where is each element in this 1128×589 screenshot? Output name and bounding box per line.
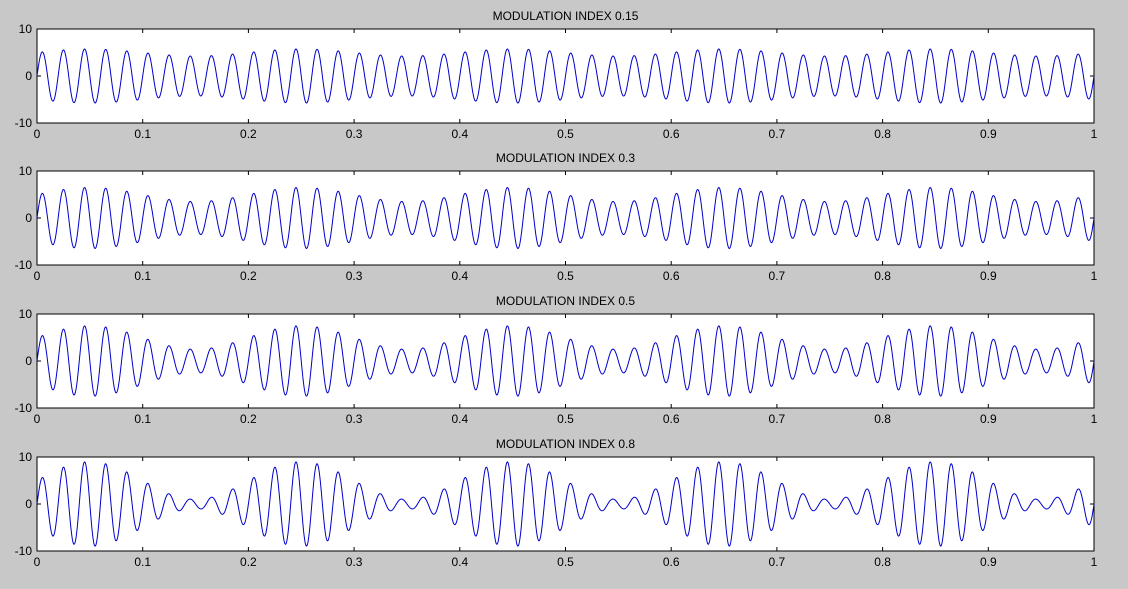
y-tick-label: 0 [25, 211, 32, 225]
x-tick-label: 0.9 [980, 127, 997, 141]
y-tick-label: 0 [25, 497, 32, 511]
x-tick-label: 0.2 [240, 269, 257, 283]
x-tick-label: 1 [1091, 555, 1098, 569]
y-tick-label: -10 [15, 401, 33, 415]
x-tick-label: 0.4 [451, 412, 468, 426]
x-tick-label: 0.8 [874, 127, 891, 141]
chart-title: MODULATION INDEX 0.5 [496, 294, 635, 308]
subplot-2: MODULATION INDEX 0.3 0 0.1 0.2 0.3 0.4 0.5 0.6 0… [15, 151, 1098, 283]
y-tick-label: -10 [15, 258, 33, 272]
y-tick-label: 0 [25, 69, 32, 83]
x-tick-label: 0 [34, 269, 41, 283]
x-tick-label: 0.6 [663, 127, 680, 141]
x-tick-label: 0.6 [663, 269, 680, 283]
x-tick-label: 0.5 [557, 127, 574, 141]
y-tick-label: 10 [19, 307, 33, 321]
subplot-3: MODULATION INDEX 0.5 0 0.1 0.2 0.3 0.4 0.5 0.6 0… [15, 294, 1098, 426]
x-tick-label: 0.6 [663, 555, 680, 569]
y-tick-label: 10 [19, 164, 33, 178]
y-tick-label: -10 [15, 544, 33, 558]
x-tick-label: 0.3 [346, 127, 363, 141]
x-tick-label: 0.9 [980, 269, 997, 283]
figure-canvas: MODULATION INDEX 0.15 0 0.1 0.2 0.3 0.4 0.5 0.6… [15, 9, 1098, 569]
x-tick-label: 0 [34, 555, 41, 569]
x-tick-label: 0.5 [557, 555, 574, 569]
x-tick-label: 0.8 [874, 412, 891, 426]
x-tick-label: 0.1 [134, 269, 151, 283]
x-tick-label: 0.7 [769, 555, 786, 569]
x-tick-label: 0.7 [769, 127, 786, 141]
x-tick-label: 1 [1091, 269, 1098, 283]
x-tick-label: 0.4 [451, 555, 468, 569]
x-tick-label: 1 [1091, 412, 1098, 426]
y-tick-label: -10 [15, 116, 33, 130]
x-tick-label: 0.7 [769, 269, 786, 283]
x-tick-label: 0 [34, 127, 41, 141]
x-tick-label: 0.8 [874, 269, 891, 283]
x-tick-label: 0.6 [663, 412, 680, 426]
x-tick-label: 0.3 [346, 269, 363, 283]
x-tick-label: 0.9 [980, 412, 997, 426]
x-tick-label: 0.8 [874, 555, 891, 569]
x-tick-label: 0.5 [557, 269, 574, 283]
x-tick-label: 1 [1091, 127, 1098, 141]
x-tick-label: 0.2 [240, 555, 257, 569]
x-tick-label: 0.1 [134, 412, 151, 426]
subplot-4: MODULATION INDEX 0.8 0 0.1 0.2 0.3 0.4 0.5 0.6 0… [15, 437, 1098, 569]
x-tick-label: 0.4 [451, 127, 468, 141]
chart-title: MODULATION INDEX 0.3 [496, 151, 635, 165]
x-tick-label: 0.1 [134, 555, 151, 569]
figure: MODULATION INDEX 0.15 0 0.1 0.2 0.3 0.4 0.5 0.6… [0, 0, 1128, 584]
y-tick-label: 0 [25, 354, 32, 368]
x-tick-label: 0.9 [980, 555, 997, 569]
x-tick-label: 0.2 [240, 412, 257, 426]
x-tick-label: 0.3 [346, 412, 363, 426]
chart-title: MODULATION INDEX 0.15 [493, 9, 639, 23]
x-tick-label: 0 [34, 412, 41, 426]
x-tick-label: 0.3 [346, 555, 363, 569]
subplot-1: MODULATION INDEX 0.15 0 0.1 0.2 0.3 0.4 0.5 0.6… [15, 9, 1098, 141]
x-tick-label: 0.1 [134, 127, 151, 141]
x-tick-label: 0.5 [557, 412, 574, 426]
chart-title: MODULATION INDEX 0.8 [496, 437, 635, 451]
x-tick-label: 0.2 [240, 127, 257, 141]
y-tick-label: 10 [19, 450, 33, 464]
y-tick-label: 10 [19, 22, 33, 36]
x-tick-label: 0.7 [769, 412, 786, 426]
x-tick-label: 0.4 [451, 269, 468, 283]
